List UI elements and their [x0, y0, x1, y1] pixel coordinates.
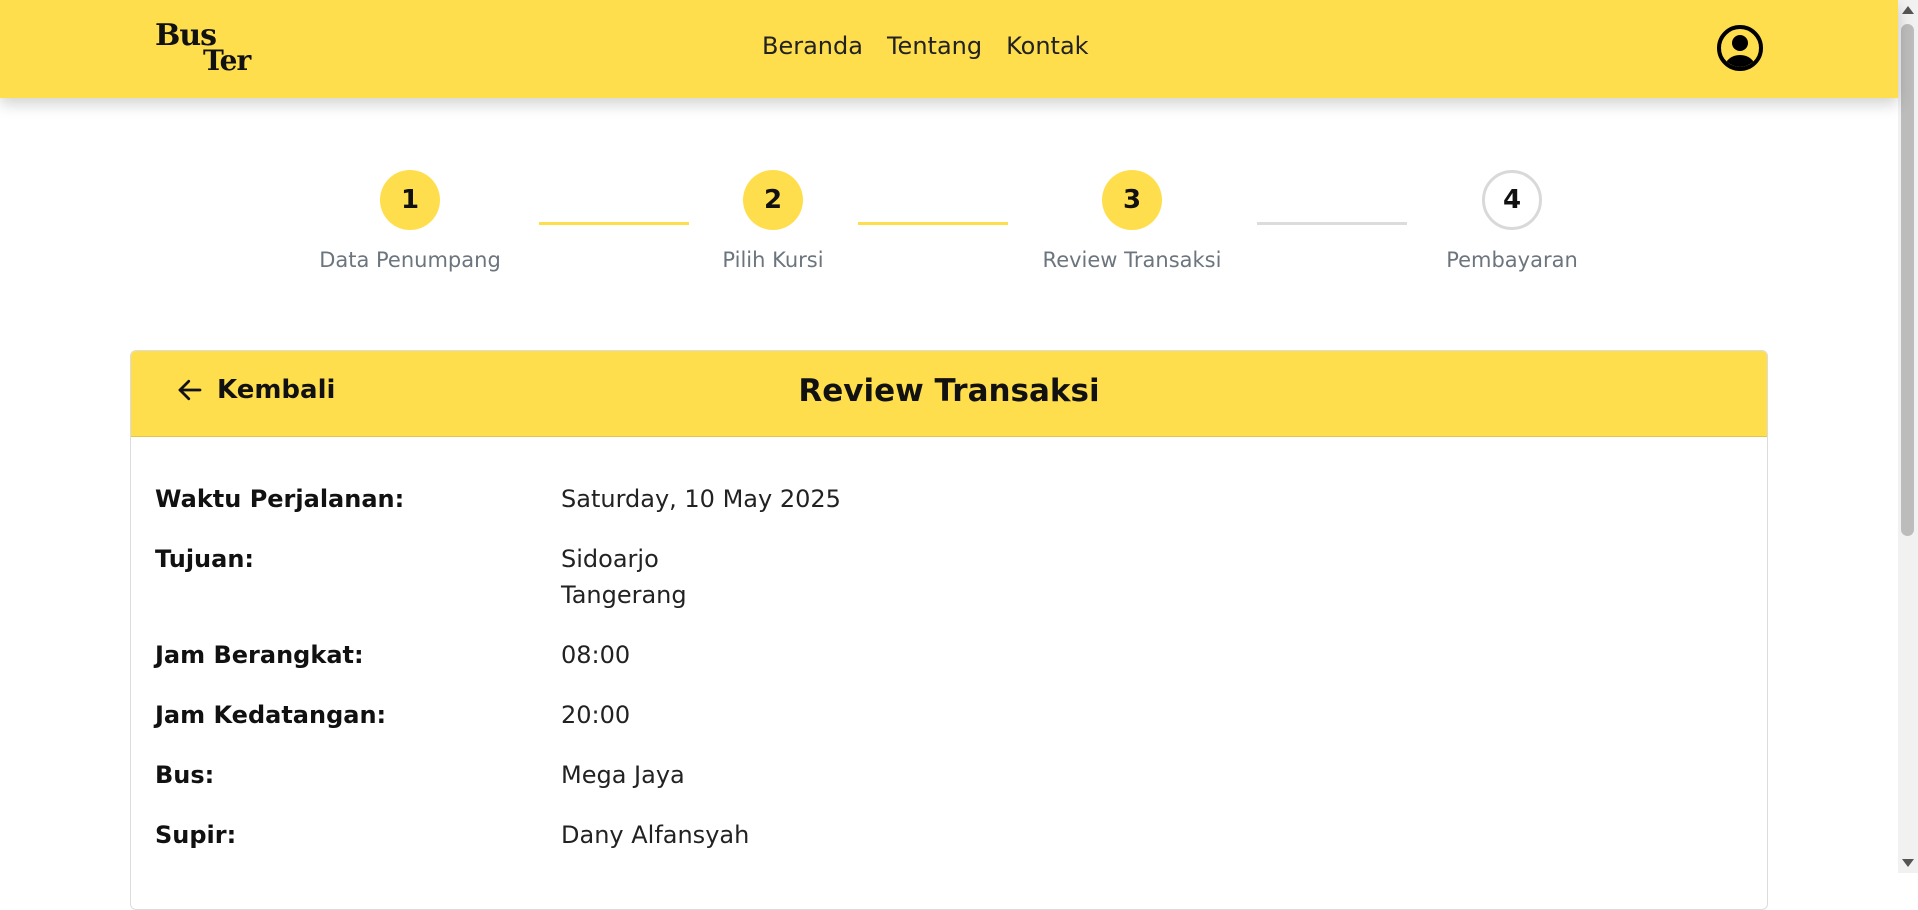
- detail-label: Waktu Perjalanan:: [155, 485, 405, 513]
- detail-label: Jam Berangkat:: [155, 641, 364, 669]
- review-card: Kembali Review Transaksi Waktu Perjalana…: [130, 350, 1768, 910]
- detail-value: 20:00: [561, 701, 631, 729]
- page-scrollbar[interactable]: [1898, 0, 1918, 873]
- detail-row-supir: Supir: Dany Alfansyah: [155, 817, 1715, 853]
- nav-links: Beranda Tentang Kontak: [762, 32, 1089, 60]
- step-data-penumpang: 1 Data Penumpang: [290, 170, 530, 272]
- detail-row-jam-berangkat: Jam Berangkat: 08:00: [155, 637, 1715, 673]
- step-pilih-kursi: 2 Pilih Kursi: [653, 170, 893, 272]
- brand-logo[interactable]: Bus Ter: [155, 18, 255, 78]
- scrollbar-thumb[interactable]: [1901, 24, 1914, 536]
- step-pembayaran: 4 Pembayaran: [1392, 170, 1632, 272]
- step-number: 4: [1482, 170, 1542, 230]
- detail-label: Tujuan:: [155, 545, 255, 573]
- trip-details: Waktu Perjalanan: Saturday, 10 May 2025 …: [155, 481, 1715, 877]
- step-number: 3: [1102, 170, 1162, 230]
- profile-head-shape: [1732, 35, 1748, 51]
- step-number: 2: [743, 170, 803, 230]
- detail-row-bus: Bus: Mega Jaya: [155, 757, 1715, 793]
- nav-link-beranda[interactable]: Beranda: [762, 32, 863, 60]
- detail-value: Mega Jaya: [561, 761, 685, 789]
- detail-label: Jam Kedatangan:: [155, 701, 387, 729]
- step-label: Pembayaran: [1446, 248, 1578, 272]
- origin-city: Sidoarjo: [561, 545, 659, 573]
- destination-city: Tangerang: [561, 581, 687, 609]
- detail-value: Saturday, 10 May 2025: [561, 485, 841, 513]
- step-label: Review Transaksi: [1042, 248, 1222, 272]
- step-connector-3: [1257, 222, 1407, 225]
- detail-value: Dany Alfansyah: [561, 821, 750, 849]
- detail-row-jam-kedatangan: Jam Kedatangan: 20:00: [155, 697, 1715, 733]
- detail-value: Sidoarjo Tangerang: [561, 541, 687, 613]
- navbar: Bus Ter Beranda Tentang Kontak: [0, 0, 1898, 98]
- user-profile-icon[interactable]: [1717, 25, 1763, 71]
- nav-link-tentang[interactable]: Tentang: [887, 32, 982, 60]
- card-header: Kembali Review Transaksi: [131, 351, 1767, 437]
- scroll-up-arrow-icon[interactable]: [1902, 6, 1914, 14]
- detail-row-tujuan: Tujuan: Sidoarjo Tangerang: [155, 541, 1715, 613]
- nav-link-kontak[interactable]: Kontak: [1006, 32, 1088, 60]
- step-label: Pilih Kursi: [722, 248, 824, 272]
- profile-body-shape: [1725, 55, 1755, 67]
- detail-row-waktu: Waktu Perjalanan: Saturday, 10 May 2025: [155, 481, 1715, 517]
- step-label: Data Penumpang: [319, 248, 501, 272]
- checkout-stepper: 1 Data Penumpang 2 Pilih Kursi 3 Review …: [0, 170, 1898, 280]
- logo-line-2: Ter: [203, 44, 251, 77]
- detail-label: Supir:: [155, 821, 237, 849]
- card-title: Review Transaksi: [798, 373, 1100, 409]
- step-review-transaksi: 3 Review Transaksi: [1012, 170, 1252, 272]
- detail-label: Bus:: [155, 761, 215, 789]
- step-number: 1: [380, 170, 440, 230]
- scroll-down-arrow-icon[interactable]: [1902, 859, 1914, 867]
- detail-value: 08:00: [561, 641, 631, 669]
